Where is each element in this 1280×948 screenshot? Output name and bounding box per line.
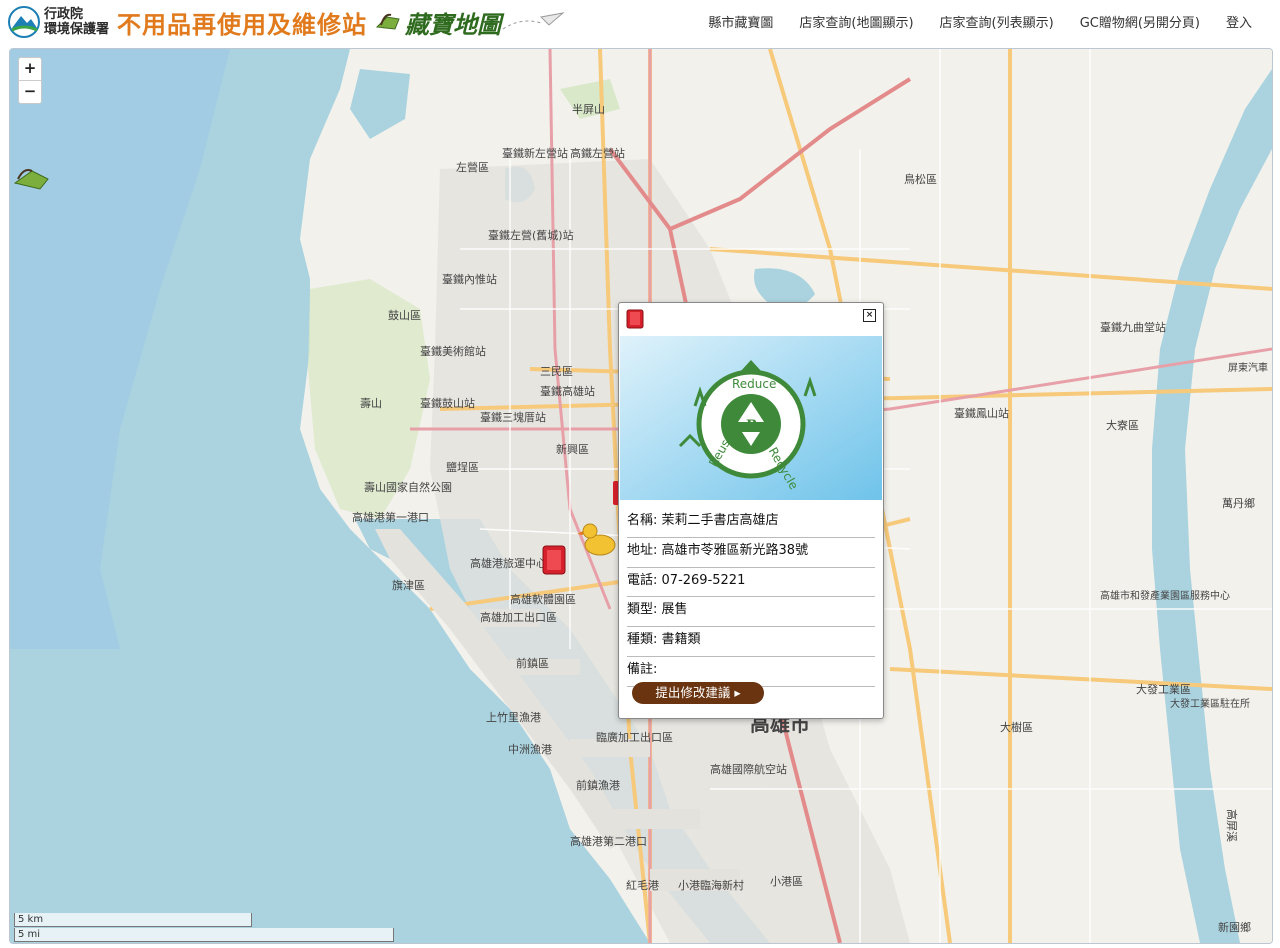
detail-name-row: 名稱: 茉莉二手書店高雄店 [627, 508, 875, 538]
top-header: 行政院 環境保護署 不用品再使用及維修站 藏寶地圖 縣市藏寶圖 店家查詢(地圖顯… [0, 0, 1280, 44]
label-yancheng: 鹽埕區 [446, 460, 479, 474]
store-phone: 07-269-5221 [661, 572, 746, 588]
recycle-image: R Reduce Reuse Recycle [620, 336, 882, 500]
book-category-icon [626, 309, 644, 329]
label-shanzhuli: 上竹里漁港 [486, 710, 541, 724]
scale-bar-mi: 5 mi [14, 928, 394, 942]
label-harbor-1: 高雄港第一港口 [352, 510, 429, 524]
label-station-zuoying-jiucheng: 臺鐵左營(舊城)站 [488, 228, 574, 242]
label-station-neiwei: 臺鐵內惟站 [442, 272, 497, 286]
label-airport: 高雄國際航空站 [710, 762, 787, 776]
label-station-zuoying-hsr: 高鐵左營站 [570, 146, 625, 160]
label-dashu: 大樹區 [1000, 720, 1033, 734]
agency-line1: 行政院 [44, 7, 84, 22]
nav-store-list[interactable]: 店家查詢(列表顯示) [940, 12, 1054, 31]
label-station-fengshan: 臺鐵鳳山站 [954, 406, 1009, 420]
label-gaoping-river: 高屏溪 [1225, 809, 1239, 842]
phone-label: 電話: [627, 572, 658, 588]
label-banpingshan: 半屏山 [572, 102, 605, 116]
type-label: 類型: [627, 602, 658, 618]
label-science-park: 高雄市和發產業園區服務中心 [1100, 589, 1230, 602]
nav-login[interactable]: 登入 [1226, 12, 1252, 31]
label-station-zuoying: 臺鐵新左營站 [502, 146, 568, 160]
label-ferry: 高雄港旅運中心 [470, 556, 547, 570]
treasure-map-brand: 藏寶地圖 [375, 5, 565, 40]
label-gushan: 鼓山區 [388, 308, 421, 322]
label-zhongzhou: 中洲漁港 [508, 742, 552, 756]
label-qianzhen-fishing: 前鎮漁港 [576, 778, 620, 792]
label-software-park: 高雄軟體園區 [510, 592, 576, 606]
suggest-edit-button[interactable]: 提出修改建議 ▸ [632, 682, 764, 704]
label-station-museum: 臺鐵美術館站 [420, 344, 486, 358]
label-shoushan: 壽山 [360, 396, 382, 410]
label-xiaogang: 小港區 [770, 875, 803, 888]
zoom-control: + − [18, 57, 42, 104]
address-label: 地址: [627, 542, 658, 558]
label-industry-office: 大發工業區駐在所 [1170, 697, 1250, 710]
label-zuoying: 左營區 [456, 161, 489, 174]
popup-close-button[interactable]: × [863, 309, 876, 322]
label-niaosong: 鳥松區 [904, 172, 937, 186]
epa-logo-icon [8, 6, 40, 38]
store-address: 高雄市苓雅區新光路38號 [661, 542, 809, 558]
label-linhai: 臨廣加工出口區 [596, 730, 673, 744]
recycle-reduce-text: Reduce [732, 377, 776, 391]
paper-plane-icon [502, 12, 565, 30]
store-type: 展售 [661, 602, 688, 618]
treasure-map-icon [375, 13, 400, 30]
store-name: 茉莉二手書店高雄店 [661, 513, 779, 528]
store-popup: × R Reduce Reuse Recycle 名稱: 茉莉二手書店高雄店 地… [618, 302, 884, 719]
nav-store-map[interactable]: 店家查詢(地圖顯示) [799, 12, 913, 31]
label-station-kaohsiung: 臺鐵高雄站 [540, 384, 595, 398]
label-pingtung-auto: 屏東汽車 [1228, 361, 1268, 374]
label-wandan: 萬丹鄉 [1222, 497, 1255, 510]
label-daliao-industry: 大發工業區 [1136, 682, 1191, 696]
store-category: 書籍類 [661, 632, 701, 648]
brand-area[interactable]: 行政院 環境保護署 不用品再使用及維修站 藏寶地圖 [8, 4, 565, 40]
zoom-out-button[interactable]: − [19, 81, 41, 103]
zoom-in-button[interactable]: + [19, 58, 41, 81]
category-label: 種類: [627, 632, 658, 648]
label-harbor-2: 高雄港第二港口 [570, 834, 647, 848]
label-shoushan-park: 壽山國家自然公園 [364, 480, 452, 494]
scale-bar-km: 5 km [14, 913, 252, 927]
label-xinyuan: 新園鄉 [1218, 920, 1251, 934]
detail-phone-row: 電話: 07-269-5221 [627, 568, 875, 598]
map-container[interactable]: 高雄市 左營區 鼓山區 三民區 新興區 鹽埕區 旗津區 前鎮區 小港區 鳥松區 … [9, 48, 1273, 944]
label-daliao: 大寮區 [1106, 418, 1139, 432]
label-epz: 高雄加工出口區 [480, 610, 557, 624]
agency-line2: 環境保護署 [44, 22, 110, 37]
label-station-gushan: 臺鐵鼓山站 [420, 396, 475, 410]
label-station-jiuqutang: 臺鐵九曲堂站 [1100, 320, 1166, 334]
label-xiaogang-terminal: 小港臨海新村 [678, 878, 744, 892]
label-hongmaogang: 紅毛港 [626, 879, 659, 892]
store-marker-book[interactable] [542, 545, 566, 575]
store-details: 名稱: 茉莉二手書店高雄店 地址: 高雄市苓雅區新光路38號 電話: 07-26… [627, 508, 875, 687]
site-title: 不用品再使用及維修站 [117, 10, 368, 39]
detail-type-row: 類型: 展售 [627, 597, 875, 628]
main-nav: 縣市藏寶圖 店家查詢(地圖顯示) 店家查詢(列表顯示) GC贈物網(另開分頁) … [708, 12, 1252, 31]
nav-county-map[interactable]: 縣市藏寶圖 [708, 12, 773, 31]
label-qijin: 旗津區 [392, 578, 425, 592]
treasure-map-title: 藏寶地圖 [405, 9, 502, 39]
agency-name: 行政院 環境保護署 [44, 7, 109, 37]
nav-gc-gift[interactable]: GC贈物網(另開分頁) [1080, 12, 1200, 31]
recycle-r-text: R [746, 418, 758, 434]
label-qianzhen: 前鎮區 [516, 656, 549, 670]
detail-address-row: 地址: 高雄市苓雅區新光路38號 [627, 538, 875, 568]
label-sanmin: 三民區 [540, 365, 573, 378]
name-label: 名稱: [627, 513, 658, 528]
label-xinxing: 新興區 [556, 442, 589, 456]
label-station-sankuaicuo: 臺鐵三塊厝站 [480, 410, 546, 424]
detail-category-row: 種類: 書籍類 [627, 627, 875, 657]
